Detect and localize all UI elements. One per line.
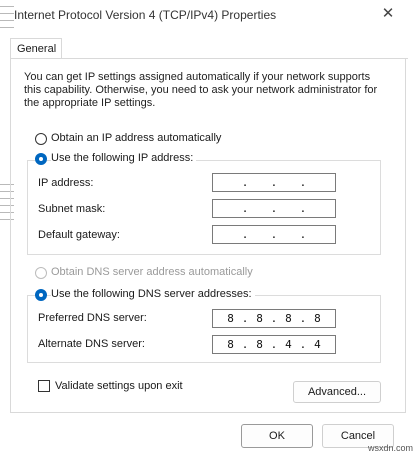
obtain-dns-auto-label: Obtain DNS server address automatically [51,266,253,278]
octet: 4 [314,338,321,351]
use-following-ip-radio[interactable] [35,153,47,165]
tab-general[interactable]: General [10,38,62,58]
obtain-ip-auto-radio[interactable] [35,133,47,145]
obtain-dns-auto-radio[interactable] [35,267,47,279]
octet: 8 [227,312,234,325]
octet: 8 [314,312,321,325]
preferred-dns-field[interactable]: 8. 8. 8. 8 [212,309,336,328]
use-following-ip-label: Use the following IP address: [51,152,197,164]
alternate-dns-label: Alternate DNS server: [38,338,145,350]
validate-settings-label: Validate settings upon exit [55,380,183,392]
validate-settings-checkbox[interactable] [38,380,50,392]
default-gateway-label: Default gateway: [38,229,120,241]
octet: 4 [285,338,292,351]
alternate-dns-field[interactable]: 8. 8. 4. 4 [212,335,336,354]
ok-button[interactable]: OK [241,424,313,448]
obtain-ip-auto-label: Obtain an IP address automatically [51,132,222,144]
octet: 8 [256,338,263,351]
use-following-dns-radio[interactable] [35,289,47,301]
advanced-button[interactable]: Advanced... [293,381,381,403]
octet: 8 [285,312,292,325]
description-text: You can get IP settings assigned automat… [24,71,378,109]
octet: 8 [256,312,263,325]
preferred-dns-label: Preferred DNS server: [38,312,147,324]
close-icon[interactable]: ✕ [378,4,398,24]
default-gateway-field[interactable]: . . . [212,225,336,244]
use-following-dns-label: Use the following DNS server addresses: [51,288,255,300]
ip-address-field[interactable]: . . . [212,173,336,192]
subnet-mask-field[interactable]: . . . [212,199,336,218]
ip-address-label: IP address: [38,177,94,189]
watermark: wsxdn.com [367,443,413,453]
octet: 8 [227,338,234,351]
window-title: Internet Protocol Version 4 (TCP/IPv4) P… [14,8,277,22]
subnet-mask-label: Subnet mask: [38,203,106,215]
